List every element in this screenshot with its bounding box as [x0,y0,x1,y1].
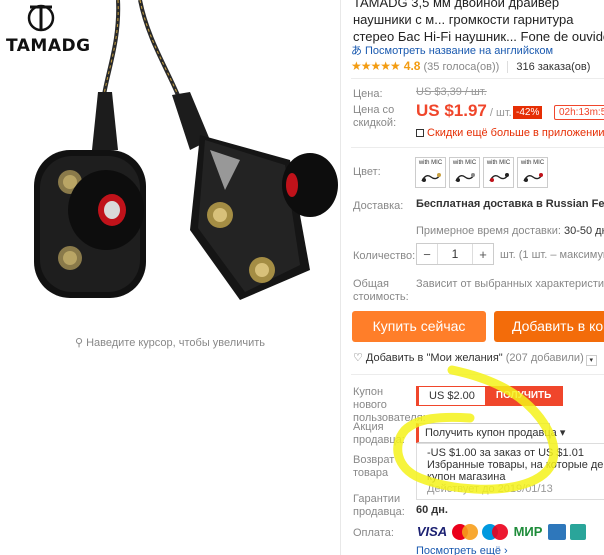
seller-promo-label: Акция продавца: [353,421,405,446]
color-swatch[interactable]: with MIC [449,157,480,188]
seller-coupon-dropdown: -US $1.00 за заказ от US $1.01 Избранные… [416,443,604,500]
swatch-label: with MIC [452,160,477,166]
brand-logo: TAMADG [6,4,91,56]
coupon-scope: Избранные товары, на которые действует к… [427,459,604,483]
quantity-increase-button[interactable]: + [473,247,493,262]
new-user-coupon: US $2.00 ПОЛУЧИТЬ [416,386,564,406]
mastercard-icon [452,523,478,540]
warranty-label: Гарантии продавца: [353,493,405,518]
old-price: US $3,39 / шт. [416,86,487,98]
maestro-icon [482,523,508,540]
rating-stars-icon: ★★★★★ [351,59,401,73]
mir-icon: МИР [513,524,543,539]
qr-code-icon [416,129,424,137]
swatch-label: with MIC [520,160,545,166]
payment-other-icon [570,523,586,540]
coupon-value: US $2.00 [419,387,485,405]
brand-emblem-icon [27,4,55,32]
color-swatch[interactable]: with MIC [517,157,548,188]
timer-value: 02h:13m:58s [559,107,604,118]
price-label: Цена: [353,88,383,100]
earphone-icon [455,173,475,182]
shipping-label: Доставка: [353,200,404,212]
more-payments-link[interactable]: Посмотреть ещё › [416,545,508,555]
earphone-icon [489,173,509,182]
search-icon: ⚲ [75,337,84,349]
swatch-label: with MIC [486,160,511,166]
seller-coupon-select[interactable]: Получить купон продавца ▾ [416,423,565,443]
swatch-label: with MIC [418,160,443,166]
wishlist-text: Добавить в "Мои желания" [365,352,503,364]
discount-price-label: Цена со скидкой: [353,104,397,129]
orders-count: 316 заказа(ов) [507,61,591,73]
buy-now-button[interactable]: Купить сейчас [352,311,486,342]
translate-icon: あ [351,45,362,57]
quantity-stepper: − 1 + [416,243,494,265]
shipping-selector[interactable]: Бесплатная доставка в Russian Federation [416,198,604,210]
wishlist-count: (207 добавили) [505,352,584,364]
countdown-timer: 02h:13m:58s [554,105,604,120]
earphone-icon [523,173,543,182]
returns-label: Возврат товара [353,454,395,479]
shipping-text: Бесплатная доставка в Russian Federation [416,198,604,210]
color-label: Цвет: [353,166,381,178]
translate-link-text: Посмотреть название на английском [365,45,554,57]
total-cost-label: Общая стоимость: [353,278,409,303]
coupon-validity: Действует до 2019/01/13 [427,483,553,495]
quantity-decrease-button[interactable]: − [417,247,437,262]
amex-icon [548,523,566,540]
delivery-estimate: Примерное время доставки: 30-50 дн. ? [416,225,604,237]
translate-title-link[interactable]: あ Посмотреть название на английском [351,42,553,58]
total-cost-note: Зависит от выбранных характеристик товар… [416,278,604,290]
visa-icon: VISA [416,524,448,539]
brand-name: TAMADG [6,36,91,56]
divider [351,374,604,375]
rating-votes-link[interactable]: (35 голоса(ов)) [423,61,499,73]
product-gallery: TAMADG ⚲ Наведите курсор, чтобы увеличить [0,0,340,555]
quantity-label: Количество: [353,250,416,262]
add-to-cart-button[interactable]: Добавить в корзину [494,311,604,342]
new-user-coupon-label: Купон нового пользователя: [353,386,426,424]
color-swatches: with MIC with MIC with MIC with MIC [415,157,548,188]
price-value: US $1.97 [416,101,487,120]
coupon-terms: -US $1.00 за заказ от US $1.01 [427,447,584,459]
rating-row: ★★★★★ 4.8 (35 голоса(ов)) 316 заказа(ов) [351,59,591,73]
quantity-note: шт. (1 шт. – максимум на... [500,249,604,261]
delivery-time: 30-50 дн. [563,225,604,237]
discount-badge: -42% [513,106,543,119]
app-promo-link[interactable]: Скидки ещё больше в приложении ▾ [416,126,604,139]
heart-icon: ♡ [353,352,363,364]
zoom-hint-text: Наведите курсор, чтобы увеличить [86,337,265,349]
app-promo-text: Скидки ещё больше в приложении [427,127,604,139]
chevron-down-icon[interactable]: ▾ [585,355,597,366]
divider [351,147,604,148]
payment-label: Оплата: [353,527,394,539]
get-coupon-button[interactable]: ПОЛУЧИТЬ [484,387,563,405]
rating-score: 4.8 [403,59,421,73]
current-price: US $1.97/ шт. [416,101,512,121]
delivery-label: Примерное время доставки: [416,225,561,237]
warranty-value: 60 дн. [416,504,448,516]
product-details: TAMADG 3,5 мм двойной драйвер наушники с… [341,0,604,555]
product-title: TAMADG 3,5 мм двойной драйвер наушники с… [353,0,604,44]
chevron-down-icon: ▾ [556,427,566,439]
add-to-wishlist-link[interactable]: ♡ Добавить в "Мои желания" (207 добавили)… [353,351,597,366]
zoom-hint: ⚲ Наведите курсор, чтобы увеличить [0,336,340,349]
quantity-input[interactable]: 1 [437,244,473,264]
divider [351,78,604,79]
price-unit: / шт. [489,107,512,119]
color-swatch[interactable]: with MIC [415,157,446,188]
seller-coupon-text: Получить купон продавца [425,427,557,439]
payment-methods: VISA МИР [416,522,586,541]
earphone-icon [421,173,441,182]
color-swatch[interactable]: with MIC [483,157,514,188]
